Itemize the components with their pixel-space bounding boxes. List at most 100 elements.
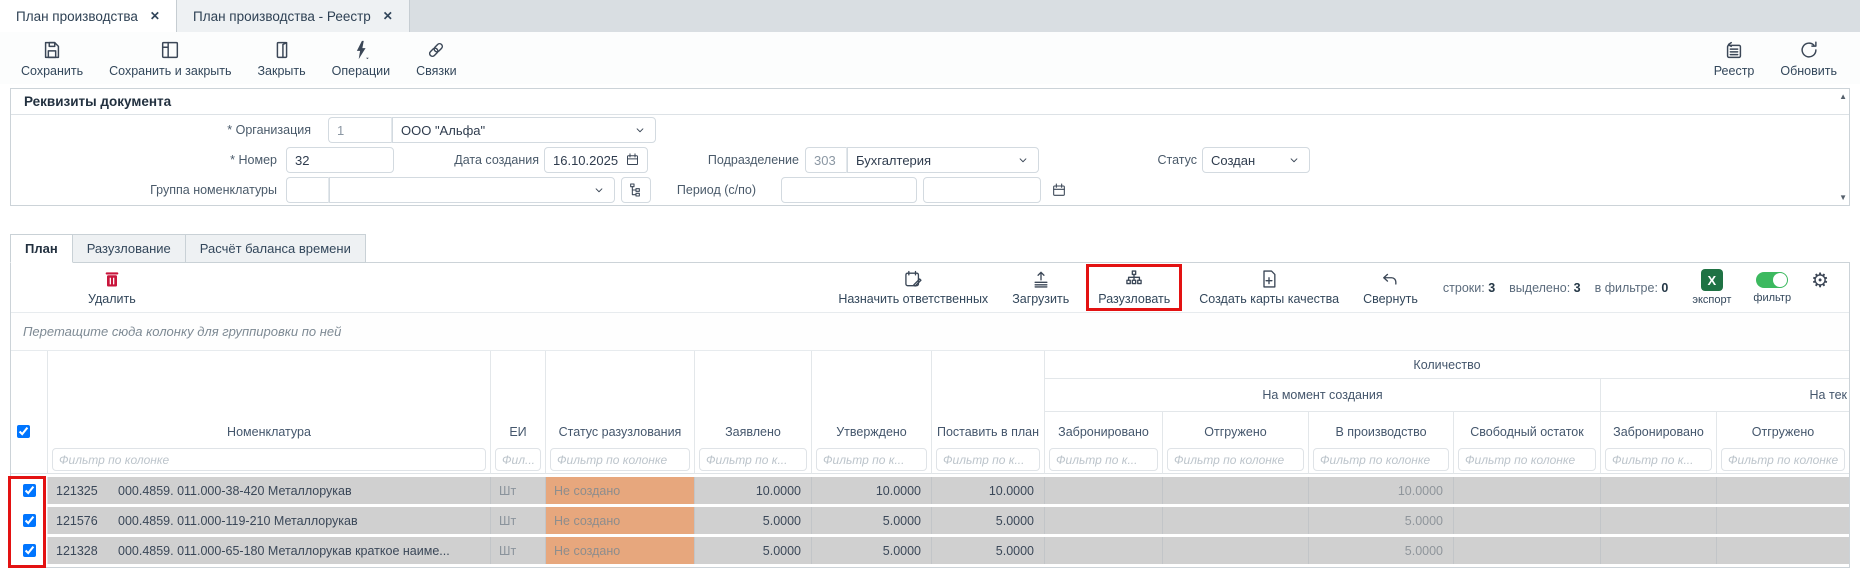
column-header-free-balance[interactable]: Свободный остаток (1454, 412, 1601, 446)
status-select[interactable]: Создан (1202, 147, 1310, 173)
save-and-close-button[interactable]: Сохранить и закрыть (96, 37, 244, 80)
table-row[interactable]: 121328000.4859. 011.000-65-180 Металлору… (11, 537, 1849, 564)
filter-cell-empty (11, 446, 48, 474)
filter-input-in-production[interactable] (1313, 448, 1449, 471)
row-name: 000.4859. 011.000-119-210 Металлорукав (118, 514, 358, 528)
cell-status: Не создано (546, 537, 695, 564)
cell-shipped2 (1717, 507, 1849, 534)
number-field[interactable] (286, 147, 394, 173)
explode-button[interactable]: Разузловать (1089, 267, 1179, 308)
window-tab-plan[interactable]: План производства ✕ (0, 0, 177, 32)
create-quality-cards-button[interactable]: Создать карты качества (1190, 267, 1348, 308)
window-tab-label: План производства (16, 9, 138, 24)
filter-input-reserved2[interactable] (1605, 448, 1712, 471)
row-id: 121325 (56, 484, 104, 498)
filter-input-nomenclature[interactable] (52, 448, 486, 471)
load-button[interactable]: Загрузить (1003, 267, 1078, 308)
filter-input-status[interactable] (550, 448, 690, 471)
department-select[interactable]: Бухгалтерия (847, 147, 1039, 173)
tab-razuzlovanie[interactable]: Разузлование (73, 234, 186, 263)
filter-input-reserved1[interactable] (1049, 448, 1158, 471)
column-header-approved[interactable]: Утверждено (812, 351, 932, 446)
excel-export-button[interactable]: X экспорт (1692, 269, 1731, 306)
cell-nomenclature: 121576000.4859. 011.000-119-210 Металлор… (48, 507, 491, 534)
organization-code-field[interactable] (328, 117, 392, 143)
scroll-down-icon[interactable]: ▼ (1839, 193, 1847, 202)
explode-label: Разузловать (1098, 292, 1170, 306)
save-and-close-label: Сохранить и закрыть (109, 64, 231, 78)
filter-input-shipped2[interactable] (1721, 448, 1845, 471)
close-label: Закрыть (258, 64, 306, 78)
column-header-reserved1[interactable]: Забронировано (1045, 412, 1163, 446)
close-icon[interactable]: ✕ (150, 9, 160, 23)
hierarchy-icon (1124, 269, 1144, 289)
row-checkbox[interactable] (23, 514, 36, 527)
column-header-shipped2[interactable]: Отгружено (1717, 412, 1849, 446)
organization-select[interactable]: ООО "Альфа" (392, 117, 656, 143)
gear-icon[interactable]: ⚙ (1811, 268, 1829, 293)
row-checkbox[interactable] (23, 484, 36, 497)
row-checkbox[interactable] (23, 544, 36, 557)
group-by-dropzone[interactable]: Перетащите сюда колонку для группировки … (11, 313, 1849, 351)
group-header-at-creation: На момент создания (1045, 379, 1601, 412)
nomen-group-select[interactable] (329, 177, 615, 203)
close-button[interactable]: Закрыть (245, 37, 319, 80)
assign-responsible-button[interactable]: Назначить ответственных (829, 267, 997, 308)
calendar-icon[interactable] (1051, 182, 1067, 198)
row-id: 121328 (56, 544, 104, 558)
filter-input-shipped1[interactable] (1167, 448, 1304, 471)
column-header-unit[interactable]: ЕИ (491, 351, 546, 446)
delete-button[interactable]: Удалить (79, 267, 145, 308)
column-header-requested[interactable]: Заявлено (695, 351, 812, 446)
window-tab-bar: План производства ✕ План производства - … (0, 0, 1860, 32)
filter-input-free-balance[interactable] (1458, 448, 1596, 471)
tab-plan[interactable]: План (10, 234, 73, 263)
row-name: 000.4859. 011.000-38-420 Металлорукав (118, 484, 352, 498)
column-header-in-production[interactable]: В производство (1309, 412, 1454, 446)
scroll-up-icon[interactable]: ▲ (1839, 92, 1847, 101)
delete-label: Удалить (88, 292, 136, 306)
nomen-group-code-field[interactable] (286, 177, 329, 203)
column-header-reserved2[interactable]: Забронировано (1601, 412, 1717, 446)
document-requisites-panel: Реквизиты документа * Организация ООО "А… (10, 88, 1850, 206)
operations-button[interactable]: Операции (319, 37, 403, 80)
filter-input-to-plan[interactable] (936, 448, 1040, 471)
tab-time-balance[interactable]: Расчёт баланса времени (186, 234, 366, 263)
period-to-field[interactable] (923, 177, 1041, 203)
select-all-checkbox[interactable] (17, 425, 30, 438)
chevron-down-icon (633, 123, 647, 137)
cell-requested: 5.0000 (695, 507, 812, 534)
group-header-current: На тек (1601, 379, 1849, 412)
refresh-button[interactable]: Обновить (1767, 37, 1850, 80)
calendar-icon[interactable] (625, 152, 640, 167)
department-value: Бухгалтерия (856, 153, 931, 168)
column-header-status[interactable]: Статус разузлования (546, 351, 695, 446)
table-row[interactable]: 121325 000.4859. 011.000-38-420 Металлору… (11, 477, 1849, 504)
nomen-group-tree-button[interactable] (621, 177, 651, 203)
cell-in-production: 5.0000 (1309, 537, 1454, 564)
table-row[interactable]: 121576000.4859. 011.000-119-210 Металлор… (11, 507, 1849, 534)
period-label: Период (с/по) (677, 177, 756, 203)
department-code-field[interactable] (805, 147, 847, 173)
registry-button[interactable]: Реестр (1701, 37, 1768, 80)
filter-cell (695, 446, 812, 474)
assign-responsible-label: Назначить ответственных (838, 292, 988, 306)
save-icon (41, 39, 63, 61)
column-header-to-plan[interactable]: Поставить в план (932, 351, 1045, 446)
collapse-button[interactable]: Свернуть (1354, 267, 1427, 308)
column-header-shipped1[interactable]: Отгружено (1163, 412, 1309, 446)
window-tab-plan-registry[interactable]: План производства - Реестр ✕ (177, 0, 410, 32)
filter-toggle[interactable]: фильтр (1753, 272, 1791, 304)
cell-in-production: 10.0000 (1309, 477, 1454, 504)
filter-input-requested[interactable] (699, 448, 807, 471)
column-header-nomenclature[interactable]: Номенклатура (48, 351, 491, 446)
save-button[interactable]: Сохранить (8, 37, 96, 80)
cell-reserved2 (1601, 537, 1717, 564)
excel-icon: X (1701, 269, 1723, 291)
main-toolbar: Сохранить Сохранить и закрыть Закрыть Оп… (0, 32, 1860, 84)
period-from-field[interactable] (781, 177, 917, 203)
filter-input-unit[interactable] (495, 448, 541, 471)
close-icon[interactable]: ✕ (383, 9, 393, 23)
links-button[interactable]: Связки (403, 37, 469, 80)
filter-input-approved[interactable] (816, 448, 927, 471)
